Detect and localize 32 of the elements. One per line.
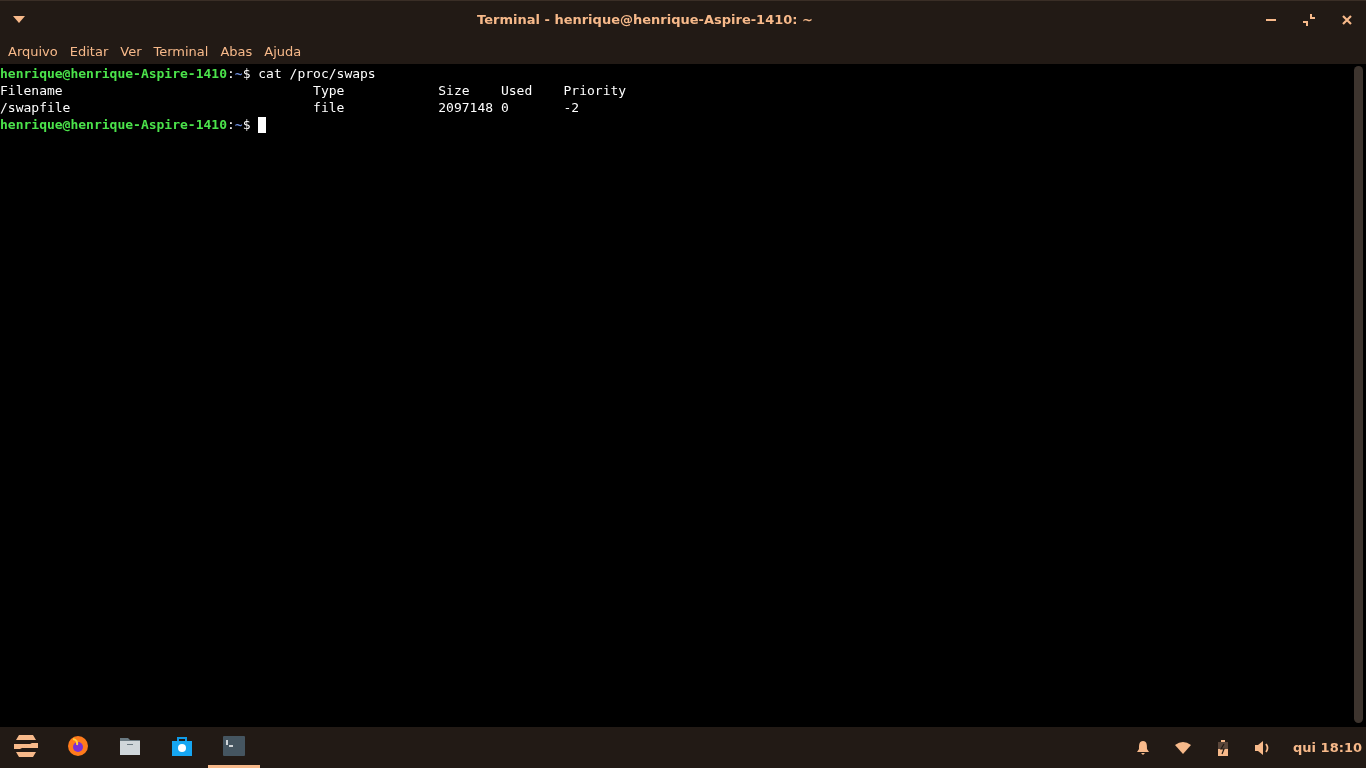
terminal-text: :: [227, 65, 235, 82]
terminal-text: $ cat /proc/swaps: [242, 65, 376, 82]
terminal-text: :: [227, 116, 235, 133]
terminal-text: /swapfile file 2097148 0 -2: [0, 99, 580, 116]
menu-item[interactable]: Abas: [214, 43, 259, 59]
restore-icon: [1303, 13, 1315, 26]
zorin-logo-icon: [12, 734, 40, 758]
prompt-user-host: henrique@henrique-Aspire-1410: [0, 65, 227, 82]
terminal-text: Filename Type Size Used Priority: [0, 82, 627, 99]
shopping-bag-icon: [171, 735, 193, 757]
menu-item[interactable]: Arquivo: [2, 43, 64, 59]
prompt-user-host: henrique@henrique-Aspire-1410: [0, 116, 227, 133]
prompt-path: ~: [234, 65, 243, 82]
menu-item[interactable]: Ver: [114, 43, 148, 59]
window-title: Terminal - henrique@henrique-Aspire-1410: ~: [476, 12, 814, 27]
minimize-icon: [1266, 18, 1276, 21]
clock[interactable]: qui 18:10: [1283, 740, 1366, 755]
menu-item[interactable]: Terminal: [147, 43, 215, 59]
scrollbar[interactable]: [1354, 66, 1363, 723]
firefox-icon: [67, 735, 89, 757]
terminal-text: $: [242, 116, 252, 133]
menu-item[interactable]: Ajuda: [258, 43, 308, 59]
text-cursor: [258, 116, 267, 133]
wifi-icon: [1175, 741, 1192, 754]
prompt-path: ~: [234, 116, 243, 133]
menu-item[interactable]: Editar: [63, 43, 115, 59]
caret-icon: [13, 16, 25, 23]
folder-icon: [119, 736, 141, 756]
terminal-icon: [223, 736, 245, 756]
close-icon: [1342, 14, 1352, 25]
battery-icon: [1218, 739, 1229, 756]
bell-icon: [1136, 739, 1151, 756]
